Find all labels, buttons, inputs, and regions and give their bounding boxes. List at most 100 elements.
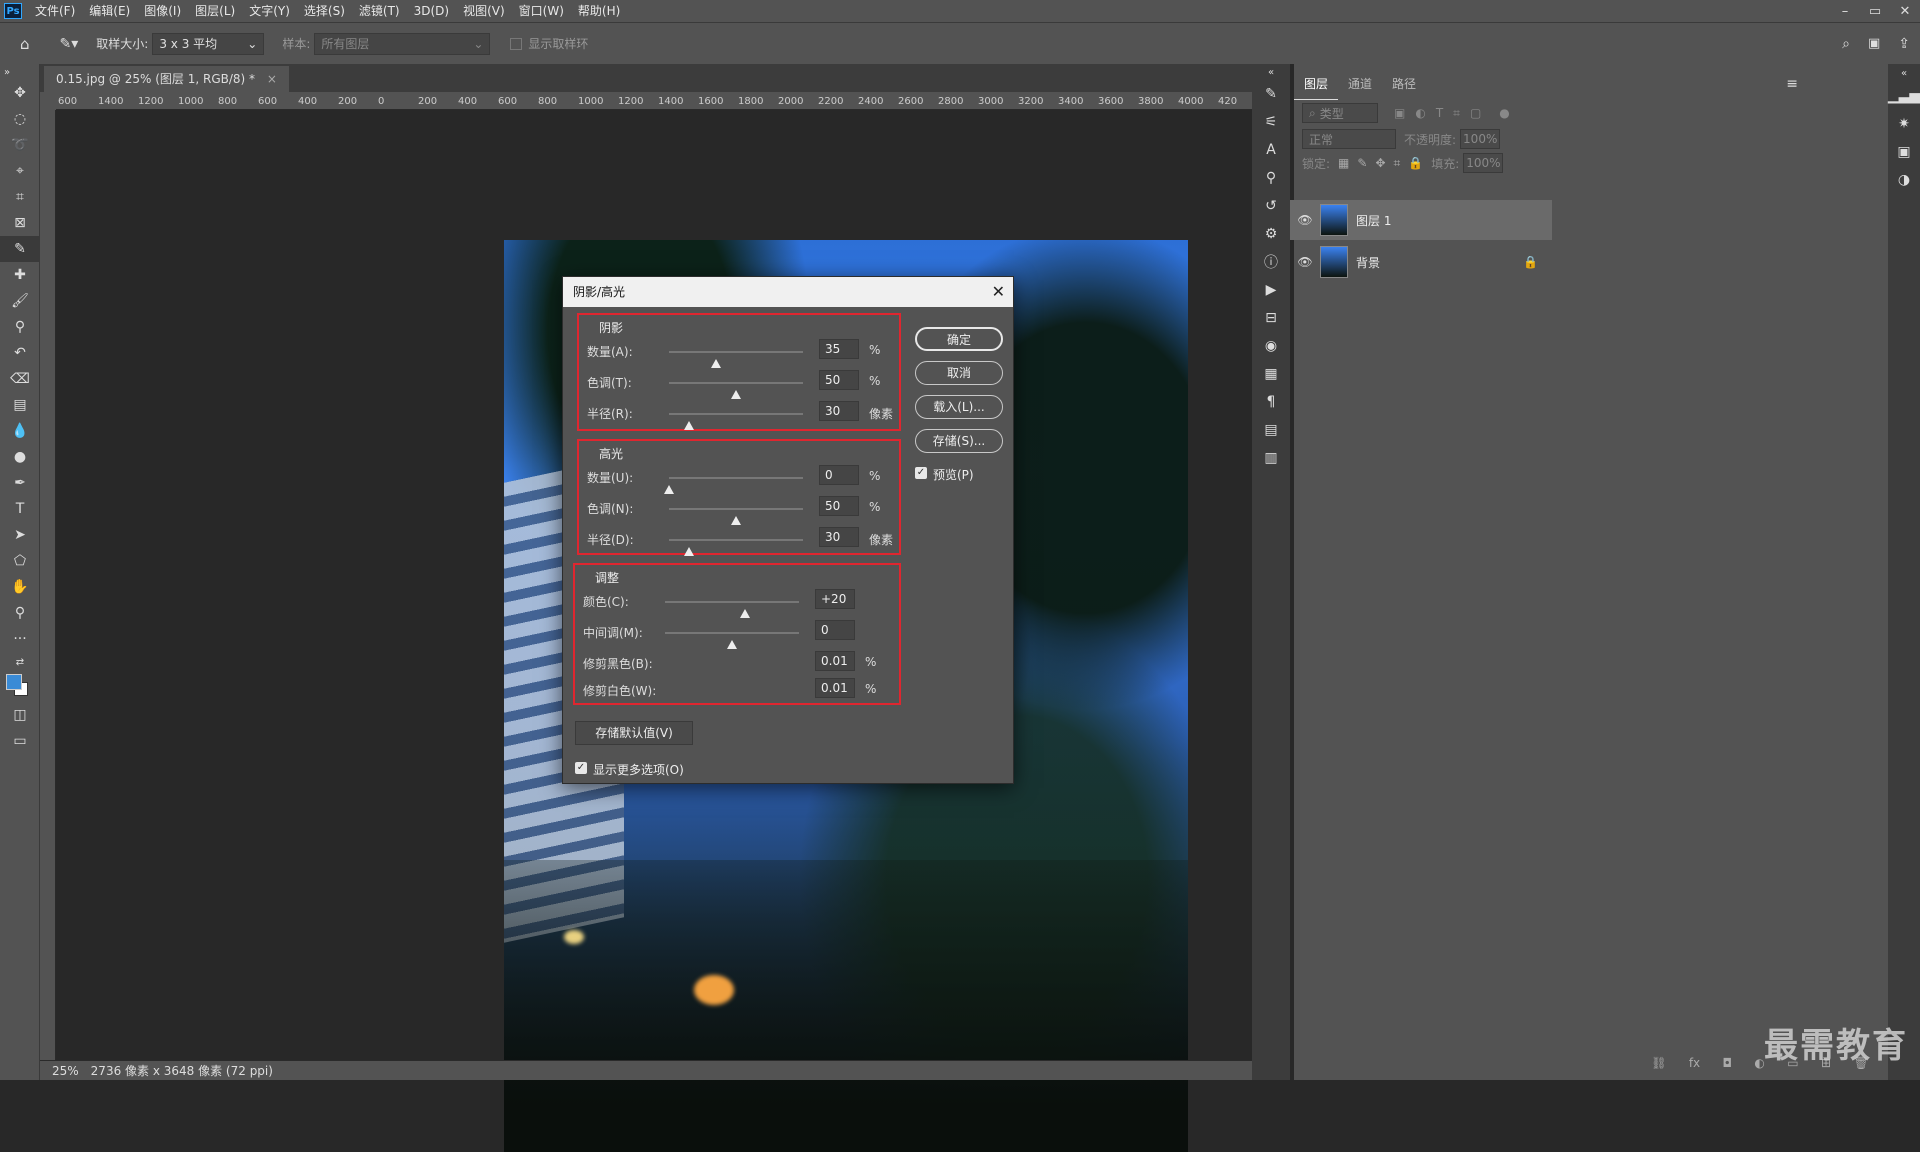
slider-thumb[interactable] <box>731 390 741 399</box>
more-tools-icon[interactable]: ··· <box>0 626 40 652</box>
tab-layers[interactable]: 图层 <box>1294 72 1339 100</box>
type-tool-icon[interactable]: T <box>0 496 40 522</box>
share-icon[interactable]: ⇪ <box>1898 36 1910 52</box>
close-icon[interactable]: ✕ <box>992 277 1005 307</box>
home-icon[interactable]: ⌂ <box>20 35 30 53</box>
hand-tool-icon[interactable]: ✋ <box>0 574 40 600</box>
slider-thumb[interactable] <box>710 359 721 368</box>
zoom-tool-icon[interactable]: ⚲ <box>0 600 40 626</box>
menu-select[interactable]: 选择(S) <box>297 0 352 22</box>
fill-input[interactable]: 100% <box>1463 153 1504 173</box>
zoom-level[interactable]: 25% <box>52 1064 79 1078</box>
screen-mode-icon[interactable]: ▭ <box>0 728 40 754</box>
slider-track[interactable] <box>669 351 803 368</box>
swatches-icon[interactable]: ▣ <box>1888 138 1920 166</box>
blend-mode-select[interactable]: 正常 <box>1302 129 1396 149</box>
info-icon[interactable]: ⓘ <box>1252 248 1290 276</box>
adjustments-icon[interactable]: ◑ <box>1888 166 1920 194</box>
document-tab[interactable]: 0.15.jpg @ 25% (图层 1, RGB/8) * × <box>44 66 289 92</box>
slider-track[interactable] <box>669 382 803 399</box>
filter-toggle-icon[interactable]: ● <box>1499 106 1509 120</box>
mask-icon[interactable]: ◘ <box>1723 1056 1733 1076</box>
navigator-icon[interactable]: ✷ <box>1888 110 1920 138</box>
quick-select-tool-icon[interactable]: ⌖ <box>0 158 40 184</box>
healing-tool-icon[interactable]: ✚ <box>0 262 40 288</box>
value-input[interactable]: 30 <box>819 527 859 547</box>
layer-filter-select[interactable]: ⌕ 类型 <box>1302 103 1378 123</box>
value-input[interactable]: 0 <box>819 465 859 485</box>
value-input[interactable]: 50 <box>819 370 859 390</box>
save-default-button[interactable]: 存储默认值(V) <box>575 721 693 745</box>
layer-name[interactable]: 背景 <box>1356 254 1380 271</box>
layer-row[interactable]: 👁 背景 🔒 <box>1290 242 1552 282</box>
menu-type[interactable]: 文字(Y) <box>242 0 297 22</box>
opacity-input[interactable]: 100% <box>1460 129 1501 149</box>
link-icon[interactable]: ⛓ <box>1651 1056 1666 1076</box>
path-select-icon[interactable]: ➤ <box>0 522 40 548</box>
layer-row[interactable]: 👁 图层 1 <box>1290 200 1552 240</box>
menu-file[interactable]: 文件(F) <box>28 0 82 22</box>
color-swatches[interactable] <box>0 672 40 702</box>
slider-track[interactable] <box>664 477 803 494</box>
eye-icon[interactable]: 👁 <box>1290 213 1320 227</box>
load-button[interactable]: 载入(L)... <box>915 395 1003 419</box>
close-tab-icon[interactable]: × <box>267 72 277 86</box>
document-info[interactable]: 2736 像素 x 3648 像素 (72 ppi) <box>91 1062 273 1079</box>
restore-button[interactable]: ▭ <box>1860 4 1890 19</box>
tab-paths[interactable]: 路径 <box>1382 72 1426 100</box>
character-icon[interactable]: A <box>1252 136 1290 164</box>
save-button[interactable]: 存储(S)... <box>915 429 1003 453</box>
eyedropper-preset-icon[interactable]: ✎▾ <box>60 36 79 52</box>
value-input[interactable]: 0.01 <box>815 678 855 698</box>
slider-thumb[interactable] <box>664 485 674 494</box>
pen-tool-icon[interactable]: ✒ <box>0 470 40 496</box>
slider-thumb[interactable] <box>684 421 695 430</box>
filter-type-icon[interactable]: T <box>1436 106 1443 120</box>
blur-tool-icon[interactable]: 💧 <box>0 418 40 444</box>
menu-view[interactable]: 视图(V) <box>456 0 512 22</box>
dodge-tool-icon[interactable]: ● <box>0 444 40 470</box>
layer-name[interactable]: 图层 1 <box>1356 212 1391 229</box>
tab-channels[interactable]: 通道 <box>1338 72 1382 100</box>
value-input[interactable]: 0.01 <box>815 651 855 671</box>
menu-3d[interactable]: 3D(D) <box>407 0 456 22</box>
table-icon[interactable]: ▦ <box>1252 360 1290 388</box>
stamp-tool-icon[interactable]: ⚲ <box>0 314 40 340</box>
preview-checkbox[interactable]: ✓ <box>915 467 927 479</box>
menu-help[interactable]: 帮助(H) <box>571 0 627 22</box>
quick-mask-icon[interactable]: ◫ <box>0 702 40 728</box>
vertical-ruler[interactable] <box>40 110 56 1060</box>
lock-position-icon[interactable]: ✥ <box>1375 156 1385 170</box>
slider-track[interactable] <box>665 632 799 649</box>
slider-track[interactable] <box>665 601 799 618</box>
foreground-color-swatch[interactable] <box>6 674 22 690</box>
slider-thumb[interactable] <box>731 516 741 525</box>
slider-thumb[interactable] <box>727 640 737 649</box>
search-icon[interactable]: ⌕ <box>1842 36 1850 52</box>
horizontal-ruler[interactable]: 600 1400 1200 1000 800 600 400 200 0 200… <box>56 92 1252 110</box>
frame-tool-icon[interactable]: ⊠ <box>0 210 40 236</box>
brush-tool-icon[interactable]: 🖌 <box>0 288 40 314</box>
workspace-icon[interactable]: ▣ <box>1868 36 1880 51</box>
paragraph-icon[interactable]: ¶ <box>1252 388 1290 416</box>
filter-pixel-icon[interactable]: ▣ <box>1394 106 1405 120</box>
slider-thumb[interactable] <box>684 547 695 556</box>
histogram-icon[interactable]: ▁▃▅ <box>1888 82 1920 110</box>
fx-icon[interactable]: fx <box>1689 1056 1700 1076</box>
minimize-button[interactable]: – <box>1830 4 1860 19</box>
menu-image[interactable]: 图像(I) <box>137 0 188 22</box>
swap-colors-icon[interactable]: ⇄ <box>0 652 40 672</box>
glyphs-icon[interactable]: ▤ <box>1252 416 1290 444</box>
collapse-icon[interactable]: « <box>1252 64 1290 80</box>
slider-thumb[interactable] <box>740 609 751 618</box>
shape-tool-icon[interactable]: ⬠ <box>0 548 40 574</box>
collapse-icon[interactable]: » <box>0 64 40 80</box>
clone-source-icon[interactable]: ⚲ <box>1252 164 1290 192</box>
eyedropper-tool-icon[interactable]: ✎ <box>0 236 40 262</box>
value-input[interactable]: 35 <box>819 339 859 359</box>
menu-edit[interactable]: 编辑(E) <box>82 0 137 22</box>
libraries-icon[interactable]: ⊟ <box>1252 304 1290 332</box>
value-input[interactable]: 50 <box>819 496 859 516</box>
close-window-button[interactable]: ✕ <box>1890 4 1920 19</box>
lock-transparent-icon[interactable]: ▦ <box>1338 156 1349 170</box>
